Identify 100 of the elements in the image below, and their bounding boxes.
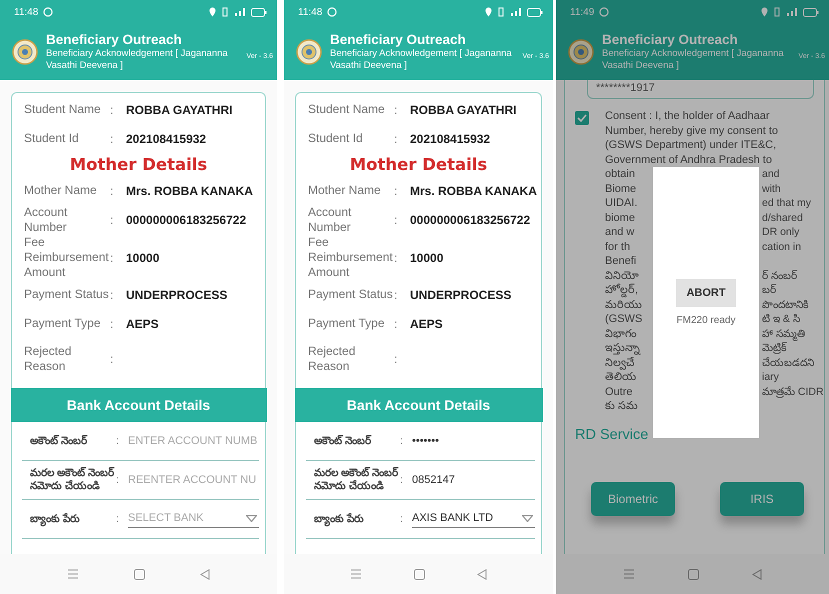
colon-separator: : bbox=[110, 352, 114, 366]
consent-text: Consent : I, the holder of Aadhaar bbox=[605, 109, 770, 124]
menu-icon[interactable] bbox=[350, 569, 362, 579]
consent-text: హోల్డర్, bbox=[605, 283, 640, 298]
consent-text: for th bbox=[605, 240, 632, 254]
app-subtitle: Beneficiary Acknowledgement [ Jagananna Vasathi Deevena ] bbox=[330, 48, 513, 72]
menu-icon[interactable] bbox=[67, 569, 80, 579]
field-label: Fee Reimbursement Amount bbox=[308, 235, 394, 280]
field-value: UNDERPROCESS bbox=[126, 288, 228, 302]
colon-separator: : bbox=[400, 435, 404, 447]
consent-checkbox[interactable] bbox=[575, 111, 589, 125]
colon-separator: : bbox=[394, 213, 398, 227]
colon-separator: : bbox=[394, 102, 398, 116]
colon-separator: : bbox=[110, 316, 114, 330]
field-label: అకౌంట్ నెంబర్ bbox=[314, 434, 372, 448]
consent-text: with bbox=[762, 182, 781, 196]
consent-text: మరియు bbox=[605, 298, 643, 312]
consent-text: and w bbox=[605, 225, 636, 240]
field-label: Payment Status bbox=[24, 287, 110, 302]
field-value: AEPS bbox=[126, 316, 160, 330]
consent-text: ర్ నంబర్ bbox=[762, 268, 797, 283]
location-icon bbox=[209, 7, 216, 17]
consent-text: (GSWS bbox=[605, 312, 644, 326]
input-field[interactable]: REENTER ACCOUNT NU bbox=[128, 472, 259, 488]
input-field[interactable]: ••••••• bbox=[412, 433, 535, 449]
caret-icon bbox=[522, 514, 533, 522]
input-field[interactable]: ENTER ACCOUNT NUMB bbox=[128, 433, 259, 449]
field-value: 202108415932 bbox=[410, 132, 492, 146]
field-label: అకౌంట్ నెంబర్ bbox=[30, 434, 88, 448]
field-value: 000000006183256722 bbox=[410, 213, 532, 227]
consent-text: ఇస్తున్నా bbox=[605, 341, 642, 356]
caret-icon bbox=[246, 514, 257, 522]
colon-separator: : bbox=[116, 474, 120, 486]
consent-text: and bbox=[762, 167, 780, 182]
field-label: Student Name bbox=[308, 102, 386, 117]
app-title: Beneficiary Outreach bbox=[330, 32, 467, 48]
consent-text: ed that my bbox=[762, 196, 812, 210]
home-icon[interactable] bbox=[688, 568, 699, 580]
colon-separator: : bbox=[116, 513, 120, 525]
field-value: AEPS bbox=[410, 316, 444, 330]
field-value: ROBBA GAYATHRI bbox=[410, 102, 518, 116]
consent-text: పొందటానికి bbox=[762, 298, 808, 312]
field-label: Student Id bbox=[308, 131, 364, 146]
section-header-bar: Bank Account Details bbox=[294, 388, 542, 422]
field-label: మరల అకౌంట్ నెంబర్ నమోదు చేయండి bbox=[314, 467, 400, 493]
emblem-icon bbox=[12, 39, 38, 65]
battery-icon bbox=[251, 8, 267, 16]
consent-text: Number, hereby give my consent to bbox=[605, 124, 778, 138]
consent-text: టి ఇ & సి bbox=[762, 312, 800, 326]
colon-separator: : bbox=[394, 288, 398, 302]
check-icon bbox=[577, 114, 587, 122]
consent-text: తెలియ bbox=[605, 370, 637, 384]
battery-icon bbox=[803, 8, 819, 16]
back-icon[interactable] bbox=[477, 568, 487, 580]
field-label: Account Number bbox=[308, 205, 352, 235]
bank-dropdown[interactable]: AXIS BANK LTD bbox=[412, 510, 535, 528]
consent-text: Government of Andhra Pradesh to bbox=[605, 152, 772, 167]
consent-text: నిల్వచే bbox=[605, 356, 635, 370]
field-value: 202108415932 bbox=[126, 132, 208, 146]
menu-icon[interactable] bbox=[622, 569, 635, 579]
field-label: బ్యాంకు పేరు bbox=[30, 512, 81, 526]
colon-separator: : bbox=[394, 352, 398, 366]
field-value: Mrs. ROBBA KANAKA bbox=[126, 184, 254, 198]
abort-button[interactable]: ABORT bbox=[676, 279, 736, 307]
consent-text: Benefi bbox=[605, 254, 638, 268]
colon-separator: : bbox=[110, 184, 114, 198]
home-icon[interactable] bbox=[414, 568, 425, 580]
back-icon[interactable] bbox=[200, 568, 210, 580]
back-icon[interactable] bbox=[752, 568, 762, 580]
consent-text: cation in bbox=[762, 240, 802, 254]
field-label: Payment Status bbox=[308, 287, 394, 302]
input-field[interactable]: 0852147 bbox=[412, 472, 535, 488]
consent-text: Biome bbox=[605, 182, 638, 196]
consent-text: చేయబడదని bbox=[762, 356, 814, 370]
field-label: Student Name bbox=[24, 102, 102, 117]
app-subtitle: Beneficiary Acknowledgement [ Jagananna Vasathi Deevena ] bbox=[46, 48, 229, 72]
field-label: బ్యాంకు పేరు bbox=[314, 512, 365, 526]
field-label: Mother Name bbox=[308, 183, 382, 198]
status-time: 11:49 bbox=[570, 6, 594, 18]
field-label: Payment Type bbox=[24, 316, 102, 331]
colon-separator: : bbox=[110, 102, 114, 116]
consent-text: Outre bbox=[605, 384, 634, 399]
home-icon[interactable] bbox=[134, 568, 145, 580]
field-label: Payment Type bbox=[308, 316, 386, 331]
field-value: 10000 bbox=[126, 250, 160, 264]
consent-text: బర్ bbox=[762, 283, 776, 298]
field-label: Account Number bbox=[24, 205, 68, 235]
colon-separator: : bbox=[110, 132, 114, 146]
consent-text: obtain bbox=[605, 167, 636, 182]
consent-text: (GSWS Department) under ITE&C, bbox=[605, 138, 776, 152]
colon-separator: : bbox=[394, 250, 398, 264]
colon-separator: : bbox=[110, 213, 114, 227]
consent-text: d/shared bbox=[762, 210, 803, 225]
section-heading: Mother Details bbox=[68, 154, 208, 176]
field-value: 10000 bbox=[410, 250, 444, 264]
aadhaar-field[interactable]: ********1917 bbox=[587, 80, 814, 99]
consent-text: మాత్రమే CIDR bbox=[762, 384, 824, 399]
field-label: Rejected Reason bbox=[308, 344, 356, 374]
consent-text: హా సమ్మతి bbox=[762, 326, 805, 341]
colon-separator: : bbox=[116, 435, 120, 447]
